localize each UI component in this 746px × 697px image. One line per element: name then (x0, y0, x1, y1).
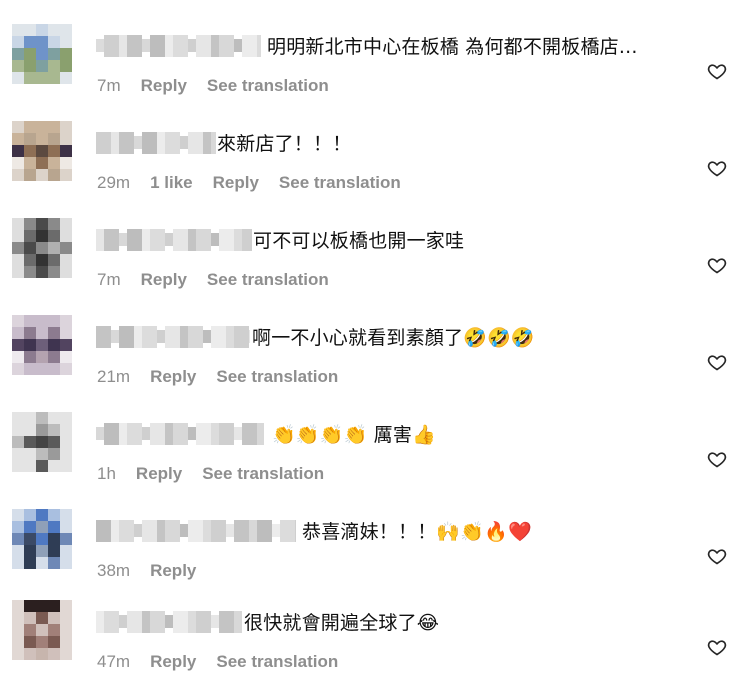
heart-outline-icon[interactable] (707, 546, 727, 566)
heart-outline-icon[interactable] (707, 352, 727, 372)
heart-outline-icon[interactable] (707, 637, 727, 657)
see-translation-button[interactable]: See translation (216, 652, 338, 672)
reply-button[interactable]: Reply (213, 173, 259, 193)
avatar[interactable] (12, 412, 72, 472)
comment-text: 👏👏👏👏 厲害👍 (272, 424, 436, 446)
comment-meta: 38m Reply (97, 561, 196, 581)
comment-text: 很快就會開遍全球了😂 (244, 612, 440, 634)
comment-item: 👏👏👏👏 厲害👍 1h Reply See translation (0, 412, 746, 509)
see-translation-button[interactable]: See translation (207, 76, 329, 96)
reply-button[interactable]: Reply (136, 464, 182, 484)
reply-button[interactable]: Reply (141, 76, 187, 96)
comment-meta: 29m 1 like Reply See translation (97, 173, 401, 193)
username-blurred[interactable] (96, 520, 296, 542)
avatar[interactable] (12, 315, 72, 375)
avatar[interactable] (12, 24, 72, 84)
username-blurred[interactable] (96, 229, 252, 251)
heart-outline-icon[interactable] (707, 61, 727, 81)
avatar[interactable] (12, 509, 72, 569)
like-count[interactable]: 1 like (150, 173, 193, 193)
comment-time: 38m (97, 561, 131, 580)
heart-outline-icon[interactable] (707, 158, 727, 178)
reply-button[interactable]: Reply (150, 652, 196, 672)
comment-time: 7m (97, 76, 121, 95)
comment-meta: 47m Reply See translation (97, 652, 338, 672)
avatar[interactable] (12, 218, 72, 278)
username-blurred[interactable] (96, 326, 250, 348)
see-translation-button[interactable]: See translation (216, 367, 338, 387)
see-translation-button[interactable]: See translation (207, 270, 329, 290)
comment-time: 21m (97, 367, 131, 386)
comment-time: 47m (97, 652, 131, 671)
comment-item: 可不可以板橋也開一家哇 7m Reply See translation (0, 218, 746, 315)
comment-text: 可不可以板橋也開一家哇 (253, 230, 465, 252)
comment-text: 啊一不小心就看到素顏了🤣🤣🤣 (252, 327, 535, 349)
see-translation-button[interactable]: See translation (279, 173, 401, 193)
comment-meta: 1h Reply See translation (97, 464, 324, 484)
avatar[interactable] (12, 121, 72, 181)
comment-item: 啊一不小心就看到素顏了🤣🤣🤣 21m Reply See translation (0, 315, 746, 412)
comment-text: 恭喜滴妹！！！🙌👏🔥❤️ (302, 521, 532, 543)
comment-time: 1h (97, 464, 116, 483)
comment-meta: 7m Reply See translation (97, 76, 329, 96)
comment-time: 7m (97, 270, 121, 289)
see-translation-button[interactable]: See translation (202, 464, 324, 484)
username-blurred[interactable] (96, 423, 264, 445)
reply-button[interactable]: Reply (150, 367, 196, 387)
heart-outline-icon[interactable] (707, 255, 727, 275)
reply-button[interactable]: Reply (150, 561, 196, 581)
comment-meta: 21m Reply See translation (97, 367, 338, 387)
comment-item: 很快就會開遍全球了😂 47m Reply See translation (0, 600, 746, 697)
comment-text: 明明新北市中心在板橋 為何都不開板橋店... (267, 36, 638, 58)
comment-time: 29m (97, 173, 131, 192)
reply-button[interactable]: Reply (141, 270, 187, 290)
heart-outline-icon[interactable] (707, 449, 727, 469)
comment-text: 來新店了！！！ (217, 133, 352, 155)
comment-item: 來新店了！！！ 29m 1 like Reply See translation (0, 121, 746, 218)
avatar[interactable] (12, 600, 72, 660)
username-blurred[interactable] (96, 132, 216, 154)
comment-meta: 7m Reply See translation (97, 270, 329, 290)
comment-item: 明明新北市中心在板橋 為何都不開板橋店... 7m Reply See tran… (0, 24, 746, 121)
username-blurred[interactable] (96, 35, 261, 57)
comment-item: 恭喜滴妹！！！🙌👏🔥❤️ 38m Reply (0, 509, 746, 606)
username-blurred[interactable] (96, 611, 242, 633)
